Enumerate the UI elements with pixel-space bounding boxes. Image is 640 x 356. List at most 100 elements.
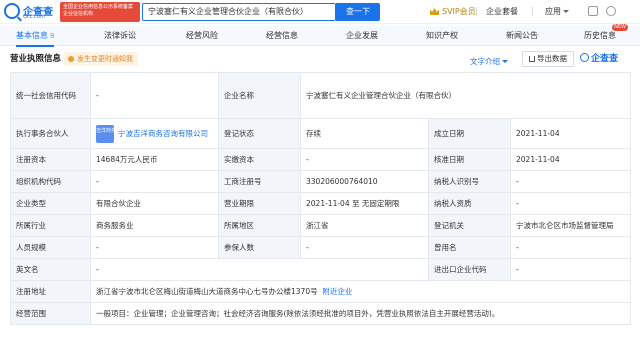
magnifier-logo-icon [580,53,589,62]
value-insured-count: - [300,236,429,259]
logo-domain: Qcc.com [23,14,45,20]
value-org-code: - [90,170,219,193]
value-business-term: 2021-11-04 至 无固定期限 [300,192,429,215]
value-staff-size: - [90,236,219,259]
table-row: 企业类型 有限合伙企业 营业期限 2021-11-04 至 无固定期限 纳税人资… [10,192,632,215]
label-taxpayer-id: 纳税人识别号 [428,170,511,193]
value-address: 浙江省宁波市北仑区梅山街道梅山大道商务中心七号办公楼1370号 附近企业 [89,280,632,303]
top-header: 企查查 Qcc.com 全国企业信用信息公示系统备案企业征信机构 宁波塞仁有义企… [0,0,640,24]
value-region: 浙江省 [300,214,429,237]
tab-bar: 基本信息 8 法律诉讼 经营风险 经营信息 企业发展 知识产权 新闻公告 历史信息… [0,24,640,47]
chevron-down-icon [563,10,569,13]
tab-litigation[interactable]: 法律诉讼 [104,26,136,46]
label-former-name: 曾用名 [428,236,511,259]
value-company-name: 宁波塞仁有义企业管理合伙企业（有限合伙） [299,72,632,119]
label-paid-capital: 实缴资本 [218,148,301,171]
value-taxpayer-qualification: - [509,192,632,215]
svip-link[interactable]: SVIP会员 [430,6,476,17]
download-icon [529,56,535,62]
value-former-name: - [509,236,632,259]
partner-link[interactable]: 宁波吉洋商务咨询有限公司 [118,129,208,138]
label-taxpayer-qualification: 纳税人资质 [428,192,511,215]
label-business-scope: 经营范围 [10,302,91,325]
label-established: 成立日期 [428,118,511,149]
table-row: 人员规模 - 参保人数 - 曾用名 - [10,236,632,259]
label-import-export-code: 进出口企业代码 [428,258,511,281]
tab-count: 8 [50,32,55,40]
text-intro-label: 文字介绍 [470,57,500,66]
table-row: 统一社会信用代码 - 企业名称 宁波塞仁有义企业管理合伙企业（有限合伙） [10,72,632,119]
tab-label: 基本信息 [16,31,48,40]
label-business-term: 营业期限 [218,192,301,215]
value-approval-date: 2021-11-04 [509,148,632,171]
value-registration-authority: 宁波市北仑区市场监督管理局 [509,214,632,237]
value-status: 存续 [300,118,429,149]
nearby-companies-link[interactable]: 附近企业 [322,287,352,296]
table-row: 注册地址 浙江省宁波市北仑区梅山街道梅山大道商务中心七号办公楼1370号 附近企… [10,280,632,303]
label-company-type: 企业类型 [10,192,91,215]
value-business-scope: 一般项目：企业管理；企业管理咨询；社会经济咨询服务(除依法须经批准的项目外，凭营… [89,302,632,325]
new-badge: NEW [612,24,628,31]
credit-agency-badge: 全国企业信用信息公示系统备案企业征信机构 [60,2,140,22]
value-managing-partner: 吉洋商务 宁波吉洋商务咨询有限公司 [90,118,219,149]
partner-logo: 吉洋商务 [96,124,116,143]
nav-divider [532,7,533,16]
label-managing-partner: 执行事务合伙人 [10,118,91,149]
crown-icon [430,8,439,15]
table-row: 执行事务合伙人 吉洋商务 宁波吉洋商务咨询有限公司 登记状态 存续 成立日期 20… [10,118,632,149]
tab-business-risk[interactable]: 经营风险 [186,26,218,46]
tab-development[interactable]: 企业发展 [346,26,378,46]
tab-label: 历史信息 [584,31,616,40]
value-registered-capital: 14684万元人民币 [90,148,219,171]
label-registered-capital: 注册资本 [10,148,91,171]
tab-business-info[interactable]: 经营信息 [266,26,298,46]
label-credit-code: 统一社会信用代码 [10,72,91,119]
search-input[interactable]: 宁波塞仁有义企业管理合伙企业（有限合伙） [142,3,336,21]
label-region: 所属地区 [218,214,301,237]
label-insured-count: 参保人数 [218,236,301,259]
watermark-logo: 企查查 [580,51,618,64]
message-icon[interactable] [588,6,598,16]
avatar-icon[interactable] [606,6,616,16]
search-button[interactable]: 查一下 [336,3,380,21]
value-credit-code: - [90,72,219,119]
table-row: 英文名 - 进出口企业代码 - [10,258,632,281]
nav-enterprise-package[interactable]: 企业套餐 [486,6,518,17]
label-company-name: 企业名称 [218,72,301,119]
label-english-name: 英文名 [10,258,91,281]
table-row: 组织机构代码 - 工商注册号 330206000764010 纳税人识别号 - [10,170,632,193]
nav-apps[interactable]: 应用 [545,6,569,17]
label-registration-authority: 登记机关 [428,214,511,237]
business-license-table: 统一社会信用代码 - 企业名称 宁波塞仁有义企业管理合伙企业（有限合伙） 执行事… [10,72,632,325]
svip-label: SVIP会员 [442,7,476,16]
export-data-button[interactable]: 导出数据 [522,51,574,67]
text-intro-link[interactable]: 文字介绍 [470,56,508,67]
chevron-down-icon [502,60,508,63]
site-logo[interactable]: 企查查 Qcc.com [4,2,56,22]
label-approval-date: 核准日期 [428,148,511,171]
nav-apps-label: 应用 [545,7,561,16]
value-industry: 商务服务业 [90,214,219,237]
table-row: 注册资本 14684万元人民币 实缴资本 - 核准日期 2021-11-04 [10,148,632,171]
value-reg-number: 330206000764010 [300,170,429,193]
watermark-text: 企查查 [591,54,619,64]
value-established: 2021-11-04 [509,118,632,149]
magnifier-logo-icon [4,3,20,19]
tab-news[interactable]: 新闻公告 [506,26,538,46]
tab-ip[interactable]: 知识产权 [426,26,458,46]
label-reg-number: 工商注册号 [218,170,301,193]
section-title: 营业执照信息 [10,54,62,64]
label-industry: 所属行业 [10,214,91,237]
address-text: 浙江省宁波市北仑区梅山街道梅山大道商务中心七号办公楼1370号 [96,287,318,296]
export-label: 导出数据 [537,54,567,63]
value-import-export-code: - [509,258,632,281]
label-staff-size: 人员规模 [10,236,91,259]
tab-basic-info[interactable]: 基本信息 8 [16,26,55,47]
value-paid-capital: - [300,148,429,171]
value-taxpayer-id: - [509,170,632,193]
tab-history[interactable]: 历史信息 NEW [584,24,628,46]
value-company-type: 有限合伙企业 [90,192,219,215]
label-address: 注册地址 [10,280,91,303]
change-notify-button[interactable]: 发生变更时通知我 [64,52,138,66]
label-org-code: 组织机构代码 [10,170,91,193]
